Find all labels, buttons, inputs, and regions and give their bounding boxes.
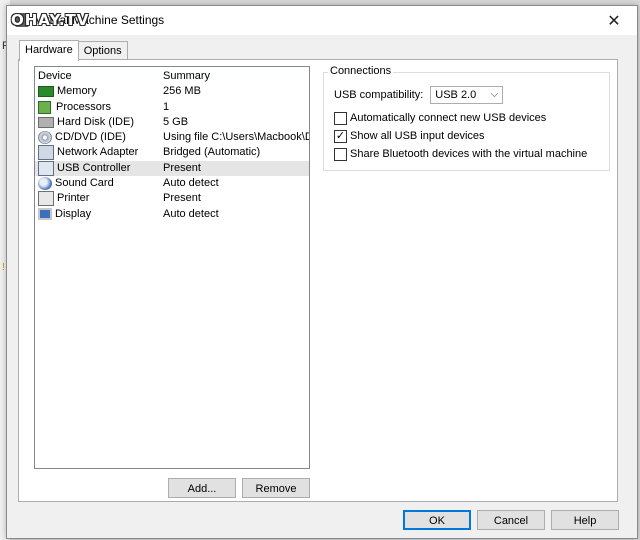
device-name: Hard Disk (IDE) <box>57 115 135 128</box>
close-icon: ✕ <box>607 12 621 30</box>
device-summary: Using file C:\Users\Macbook\D... <box>163 131 309 144</box>
device-row-printer[interactable]: Printer Present <box>35 191 309 207</box>
device-summary: 1 <box>163 100 170 113</box>
device-name: Processors <box>56 100 112 113</box>
auto-connect-usb-label: Automatically connect new USB devices <box>350 112 547 124</box>
auto-connect-usb-checkbox[interactable] <box>334 111 347 125</box>
device-list[interactable]: Device Summary Memory 256 MB Processors … <box>34 66 310 469</box>
tab-hardware[interactable]: Hardware <box>19 40 79 61</box>
watermark-logo: OHAY.TV <box>11 11 90 29</box>
device-summary: Present <box>163 161 201 174</box>
chevron-down-icon: ⌵ <box>490 89 499 100</box>
device-row-usb-controller[interactable]: USB Controller Present <box>35 160 309 177</box>
network-adapter-icon <box>38 145 54 161</box>
device-name: USB Controller <box>57 161 131 174</box>
remove-device-button[interactable]: Remove <box>242 478 310 498</box>
hard-disk-icon <box>38 116 54 128</box>
device-name: Network Adapter <box>57 146 139 159</box>
auto-connect-usb-option[interactable]: Automatically connect new USB devices <box>334 110 546 126</box>
usb-controller-icon <box>38 160 54 176</box>
cd-dvd-icon <box>38 131 52 145</box>
device-summary: 5 GB <box>163 115 189 128</box>
tab-strip: Hardware Options <box>19 40 128 61</box>
device-name: Display <box>55 207 92 220</box>
column-header-summary[interactable]: Summary <box>163 69 309 84</box>
cancel-button[interactable]: Cancel <box>477 510 545 530</box>
device-name: Sound Card <box>55 177 114 190</box>
sound-card-icon <box>38 177 52 191</box>
tab-options[interactable]: Options <box>77 41 128 60</box>
device-row-hard-disk[interactable]: Hard Disk (IDE) 5 GB <box>35 115 309 130</box>
show-usb-input-option[interactable]: ✓ Show all USB input devices <box>334 128 485 144</box>
share-bluetooth-option[interactable]: Share Bluetooth devices with the virtual… <box>334 146 587 162</box>
background-warning-mark: ! <box>2 262 5 273</box>
close-button[interactable]: ✕ <box>591 6 637 35</box>
usb-compatibility-row: USB compatibility: USB 2.0 ⌵ <box>334 85 504 105</box>
connections-group: Connections USB compatibility: USB 2.0 ⌵… <box>323 65 610 171</box>
share-bluetooth-checkbox[interactable] <box>334 147 347 161</box>
device-name: Memory <box>57 85 97 98</box>
list-header: Device Summary <box>35 69 309 84</box>
hardware-panel: Device Summary Memory 256 MB Processors … <box>18 59 618 502</box>
device-row-sound-card[interactable]: Sound Card Auto detect <box>35 176 309 191</box>
device-row-network-adapter[interactable]: Network Adapter Bridged (Automatic) <box>35 145 309 161</box>
printer-icon <box>38 191 54 207</box>
column-header-device[interactable]: Device <box>38 69 72 84</box>
show-usb-input-checkbox[interactable]: ✓ <box>334 129 347 143</box>
usb-compatibility-label: USB compatibility: <box>334 89 424 101</box>
checkmark-icon: ✓ <box>335 129 346 142</box>
device-row-processors[interactable]: Processors 1 <box>35 100 309 115</box>
device-summary: Present <box>163 192 201 205</box>
memory-icon <box>38 86 54 98</box>
connections-label: Connections <box>328 65 394 77</box>
usb-compatibility-select[interactable]: USB 2.0 ⌵ <box>430 86 504 104</box>
device-summary: Auto detect <box>163 207 219 220</box>
device-row-display[interactable]: Display Auto detect <box>35 207 309 222</box>
device-name: Printer <box>57 192 90 205</box>
settings-dialog: Virtual Machine Settings OHAY.TV ✕ Hardw… <box>6 5 638 539</box>
device-row-memory[interactable]: Memory 256 MB <box>35 84 309 99</box>
share-bluetooth-label: Share Bluetooth devices with the virtual… <box>350 148 588 160</box>
show-usb-input-label: Show all USB input devices <box>350 130 485 142</box>
help-button[interactable]: Help <box>551 510 619 530</box>
title-bar[interactable]: Virtual Machine Settings OHAY.TV ✕ <box>7 6 637 35</box>
display-icon <box>38 208 52 221</box>
ok-button[interactable]: OK <box>403 510 471 530</box>
device-row-cd-dvd[interactable]: CD/DVD (IDE) Using file C:\Users\Macbook… <box>35 130 309 145</box>
device-summary: Auto detect <box>163 177 219 190</box>
usb-compatibility-value: USB 2.0 <box>435 89 477 101</box>
processor-icon <box>38 100 51 114</box>
device-summary: Bridged (Automatic) <box>163 146 261 159</box>
add-device-button[interactable]: Add... <box>168 478 236 498</box>
device-name: CD/DVD (IDE) <box>55 131 126 144</box>
device-summary: 256 MB <box>163 85 201 98</box>
